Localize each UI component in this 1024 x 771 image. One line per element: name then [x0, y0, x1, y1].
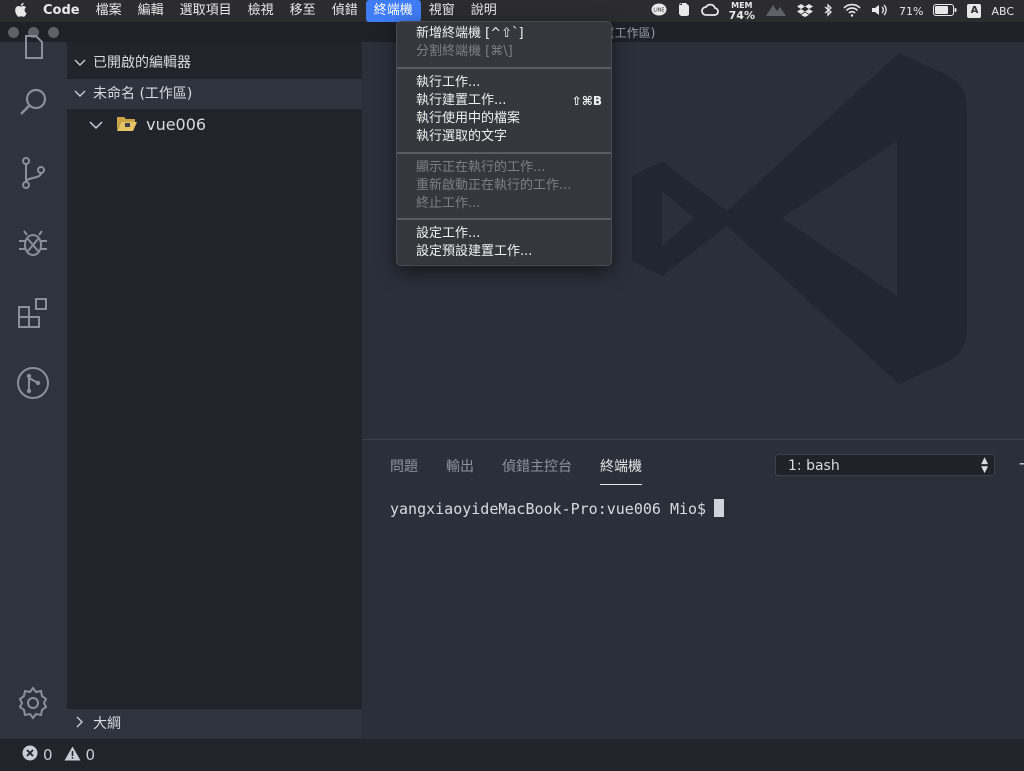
terminal-instance-select[interactable]: 1: bash ▲ ▼	[775, 454, 995, 476]
activity-bar	[0, 35, 67, 739]
menu-separator	[397, 152, 611, 154]
menu-file[interactable]: 檔案	[88, 0, 130, 22]
window-title: (工作區)	[610, 26, 656, 40]
terminal-prompt: yangxiaoyideMacBook-Pro:vue006 Mio$	[390, 500, 707, 518]
battery-percent: 71%	[898, 4, 924, 18]
open-editors-section[interactable]: 已開啟的編輯器	[67, 48, 362, 78]
explorer-icon[interactable]	[14, 28, 52, 66]
chevron-down-icon	[67, 48, 93, 78]
menu-selection[interactable]: 選取項目	[172, 0, 240, 22]
menu-edit[interactable]: 編輯	[130, 0, 172, 22]
select-arrows-icon: ▲ ▼	[981, 456, 988, 475]
error-icon	[22, 745, 38, 765]
menu-item-configure-tasks[interactable]: 設定工作...	[416, 225, 480, 243]
menu-item-run-selected-text[interactable]: 執行選取的文字	[416, 128, 507, 146]
outline-label: 大綱	[93, 716, 121, 732]
wifi-icon[interactable]	[843, 3, 861, 20]
settings-gear-icon[interactable]	[14, 684, 52, 722]
menu-view[interactable]: 檢視	[240, 0, 282, 22]
menu-window[interactable]: 視窗	[421, 0, 463, 22]
menu-debug[interactable]: 偵錯	[324, 0, 366, 22]
bottom-panel: 問題 輸出 偵錯主控台 終端機 1: bash ▲▼ + yangxiaoyid…	[362, 439, 1024, 740]
open-editors-label: 已開啟的編輯器	[93, 55, 191, 71]
search-icon[interactable]	[14, 84, 52, 122]
mountain-icon[interactable]	[765, 3, 787, 20]
battery-icon[interactable]	[933, 3, 957, 19]
menu-bar: Code 檔案 編輯 選取項目 檢視 移至 偵錯 終端機 視窗 說明 LINE …	[0, 0, 1024, 22]
input-source-icon[interactable]: A	[967, 4, 982, 18]
terminal-select-value: 1: bash	[788, 458, 840, 474]
app-name-menu[interactable]: Code	[35, 0, 88, 22]
dropbox-icon[interactable]	[796, 3, 813, 20]
run-build-task-shortcut: ⇧⌘B	[571, 94, 602, 108]
workspace-section[interactable]: 未命名 (工作區)	[67, 79, 362, 109]
menu-item-split-terminal[interactable]: 分割終端機 [⌘\]	[416, 43, 513, 61]
evernote-icon[interactable]	[677, 2, 691, 20]
vscode-logo-watermark-icon	[632, 53, 967, 384]
folder-name: vue006	[146, 115, 207, 134]
menu-go[interactable]: 移至	[282, 0, 324, 22]
chevron-right-icon	[67, 709, 93, 739]
panel-tabs: 問題 輸出 偵錯主控台 終端機	[390, 456, 642, 485]
outline-section[interactable]: 大綱	[67, 709, 362, 739]
status-menus: LINE MEM 74% 71% A ABC	[651, 0, 1014, 22]
menu-separator	[397, 67, 611, 69]
add-terminal-icon[interactable]: +	[1018, 454, 1024, 473]
source-control-icon[interactable]	[14, 154, 52, 192]
chevron-down-icon	[67, 79, 93, 109]
explorer-sidebar: 已開啟的編輯器 未命名 (工作區) vue006 大綱	[67, 42, 362, 739]
menu-separator	[397, 218, 611, 220]
menu-help[interactable]: 說明	[463, 0, 505, 22]
svg-text:LINE: LINE	[653, 7, 664, 13]
menu-item-configure-default-build-task[interactable]: 設定預設建置工作...	[416, 243, 532, 261]
terminal-output[interactable]: yangxiaoyideMacBook-Pro:vue006 Mio$	[390, 499, 725, 518]
menu-item-restart-running-task[interactable]: 重新啟動正在執行的工作...	[416, 177, 571, 195]
warning-count: 0	[85, 746, 96, 764]
terminal-menu-dropdown: 新增終端機 [^⇧`] 分割終端機 [⌘\] 執行工作... 執行建置工作...…	[396, 21, 612, 266]
menu-item-show-running-tasks[interactable]: 顯示正在執行的工作...	[416, 159, 545, 177]
volume-icon[interactable]	[871, 3, 889, 20]
creative-cloud-icon[interactable]	[700, 3, 719, 20]
input-source-label[interactable]: ABC	[991, 5, 1014, 18]
folder-open-icon	[116, 114, 146, 140]
extensions-icon[interactable]	[14, 294, 52, 332]
menu-item-terminate-task[interactable]: 終止工作...	[416, 195, 480, 213]
bluetooth-icon[interactable]	[823, 2, 833, 20]
warning-icon	[64, 746, 81, 765]
apple-menu-icon[interactable]	[0, 2, 35, 21]
status-bar: 0 0	[0, 739, 1024, 771]
menu-terminal[interactable]: 終端機	[365, 0, 421, 22]
tab-debug-console[interactable]: 偵錯主控台	[502, 456, 572, 485]
tab-output[interactable]: 輸出	[446, 456, 474, 485]
line-app-icon[interactable]: LINE	[651, 3, 667, 20]
menu-item-run-task[interactable]: 執行工作...	[416, 74, 480, 92]
memory-monitor[interactable]: MEM 74%	[729, 1, 755, 21]
memory-value: 74%	[728, 9, 755, 22]
terminal-cursor	[714, 499, 725, 517]
workspace-label: 未命名 (工作區)	[93, 86, 193, 102]
problems-status[interactable]: 0 0	[22, 745, 95, 765]
error-count: 0	[43, 746, 53, 764]
menu-item-run-active-file[interactable]: 執行使用中的檔案	[416, 110, 520, 128]
menu-item-run-build-task[interactable]: 執行建置工作...	[416, 92, 506, 110]
git-graph-icon[interactable]	[14, 364, 52, 402]
folder-tree-item[interactable]: vue006	[67, 112, 362, 138]
tab-terminal[interactable]: 終端機	[600, 456, 642, 485]
chevron-down-icon	[89, 112, 111, 138]
debug-icon[interactable]	[14, 224, 52, 262]
menu-item-new-terminal[interactable]: 新增終端機 [^⇧`]	[416, 25, 524, 43]
tab-problems[interactable]: 問題	[390, 456, 418, 485]
